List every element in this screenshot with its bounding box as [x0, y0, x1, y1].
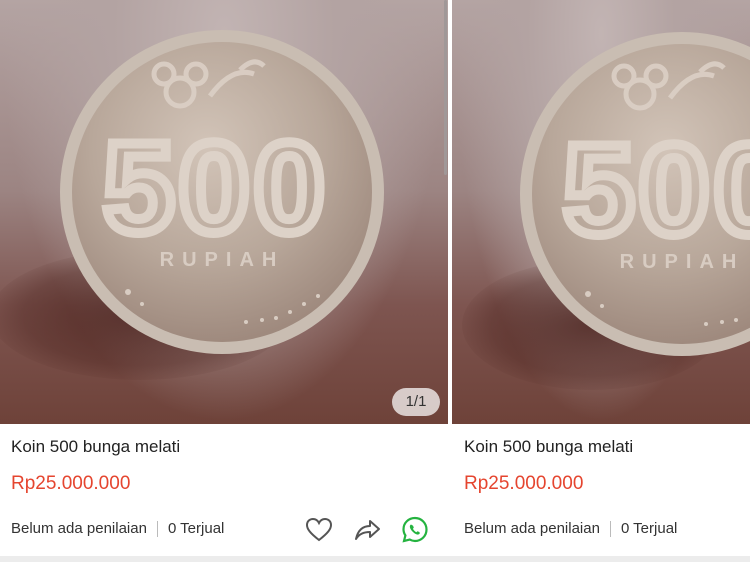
product-card-left[interactable]: 500 RUPIAH 1/1 Koin 500 bunga melati Rp2…	[0, 0, 448, 562]
share-button[interactable]	[352, 515, 382, 545]
coin-currency-text: RUPIAH	[620, 251, 745, 273]
product-title[interactable]: Koin 500 bunga melati	[11, 437, 180, 457]
sold-count: 0 Terjual	[167, 520, 225, 537]
product-meta: Belum ada penilaian 0 Terjual	[11, 520, 224, 537]
whatsapp-icon	[402, 516, 428, 543]
scrollbar[interactable]	[444, 0, 447, 175]
meta-divider	[156, 520, 158, 537]
coin-currency-text: RUPIAH	[160, 249, 285, 271]
heart-icon	[305, 517, 333, 542]
coin-image: 500 RUPIAH	[520, 32, 750, 356]
product-title[interactable]: Koin 500 bunga melati	[464, 437, 633, 457]
product-card-right[interactable]: 500 RUPIAH Koin 500 bunga melati Rp25.00…	[452, 0, 750, 562]
coin-value-text: 500	[563, 119, 750, 262]
coin-value-text: 500	[103, 117, 329, 260]
product-photo[interactable]: 500 RUPIAH 1/1	[0, 0, 448, 424]
sold-count: 0 Terjual	[620, 520, 678, 537]
rating-text: Belum ada penilaian	[464, 520, 600, 537]
share-icon	[355, 520, 380, 540]
coin-image: 500 RUPIAH	[60, 30, 384, 354]
whatsapp-share-button[interactable]	[400, 515, 430, 545]
product-meta: Belum ada penilaian 0 Terjual	[464, 520, 677, 537]
image-counter: 1/1	[392, 388, 440, 416]
favorite-button[interactable]	[304, 515, 334, 545]
product-photo[interactable]: 500 RUPIAH	[452, 0, 750, 424]
product-price: Rp25.000.000	[464, 473, 584, 494]
rating-text: Belum ada penilaian	[11, 520, 147, 537]
meta-divider	[609, 520, 611, 537]
product-price: Rp25.000.000	[11, 473, 131, 494]
bottom-separator	[0, 556, 750, 562]
